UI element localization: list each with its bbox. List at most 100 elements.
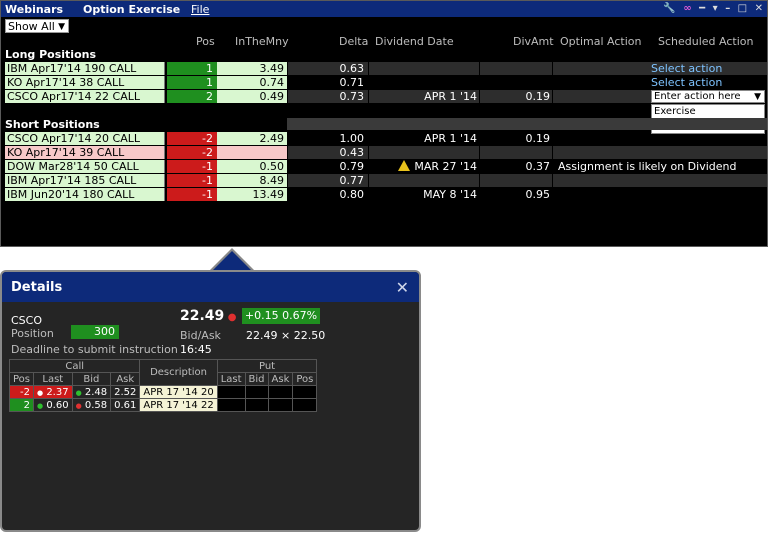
minimize-icon[interactable]: –: [725, 3, 730, 14]
chevron-down-icon[interactable]: ▾: [713, 3, 718, 14]
change-badge: +0.15 0.67%: [242, 308, 320, 324]
optimal-cell: [553, 132, 651, 145]
tick-down-icon: ●: [224, 312, 237, 323]
put-cell: [244, 398, 269, 412]
call-last-header: Last: [33, 372, 73, 386]
maximize-icon[interactable]: □: [738, 3, 747, 14]
delta-cell: 0.63: [288, 62, 368, 75]
itm-cell: 3.49: [217, 62, 287, 75]
call-pos-header: Pos: [8, 372, 35, 386]
divdate-cell: APR 1 '14: [369, 90, 479, 103]
description-cell: APR 17 '14 22: [139, 398, 218, 412]
table-row[interactable]: -2 ● 2.37 ● 2.48 2.52 APR 17 '14 20: [8, 385, 318, 399]
link-icon[interactable]: ∞: [683, 3, 691, 14]
call-ask-cell: 0.61: [110, 398, 141, 412]
table-row[interactable]: CSCO Apr17'14 20 CALL -2 2.49 1.00 APR 1…: [5, 132, 767, 145]
call-ask-cell: 2.52: [110, 385, 141, 399]
col-scheduled[interactable]: Scheduled Action: [658, 35, 753, 48]
call-last-cell: ● 0.60: [33, 398, 73, 412]
option-exercise-window: Webinars Option Exercise File 🔧 ∞ ━ ▾ – …: [0, 0, 768, 247]
call-pos-cell: -2: [8, 385, 35, 399]
table-row[interactable]: 2 ● 0.60 ● 0.58 0.61 APR 17 '14 22: [8, 398, 318, 412]
call-header: Call: [8, 359, 141, 373]
optimal-cell: Assignment is likely on Dividend: [558, 160, 737, 173]
scheduled-cell: [651, 146, 767, 159]
details-title: Details: [11, 280, 63, 295]
call-bid-value: 2.48: [84, 386, 108, 398]
pos-cell: 1: [167, 62, 217, 75]
symbol-cell: DOW Mar28'14 50 CALL: [5, 160, 165, 173]
delta-cell: 0.77: [288, 174, 368, 187]
col-itm[interactable]: InTheMny: [235, 35, 289, 48]
title-bar: Webinars Option Exercise File 🔧 ∞ ━ ▾ – …: [1, 1, 767, 17]
description-cell: APR 17 '14 20: [139, 385, 218, 399]
table-row[interactable]: DOW Mar28'14 50 CALL -1 0.50 0.79 MAR 27…: [5, 160, 767, 173]
select-action-link[interactable]: Select action: [651, 62, 767, 75]
wrench-icon[interactable]: 🔧: [663, 3, 675, 14]
symbol-cell: IBM Apr17'14 185 CALL: [5, 174, 165, 187]
col-divamt[interactable]: DivAmt: [513, 35, 554, 48]
symbol-cell: KO Apr17'14 39 CALL: [5, 146, 165, 159]
divamt-cell: [480, 174, 552, 187]
description-header: Description: [139, 359, 218, 386]
divdate-cell: MAY 8 '14: [423, 188, 477, 201]
divamt-cell: [480, 146, 552, 159]
optimal-cell: [553, 174, 651, 187]
divamt-cell: 0.37: [525, 160, 551, 173]
table-row[interactable]: KO Apr17'14 39 CALL -2 0.43: [5, 146, 767, 159]
pos-cell: -2: [167, 146, 217, 159]
section-long: Long Positions: [5, 48, 97, 61]
pos-cell: -1: [167, 160, 217, 173]
delta-cell: 1.00: [288, 132, 368, 145]
bidask-label: Bid/Ask: [180, 329, 221, 342]
position-label: Position: [11, 327, 54, 340]
table-row[interactable]: IBM Jun20'14 180 CALL -1 13.49 0.80 MAY …: [5, 188, 767, 201]
col-pos[interactable]: Pos: [196, 35, 215, 48]
option-chain-table: Call Description Put Pos Last Bid Ask La…: [8, 359, 318, 412]
divdate-cell: [369, 62, 479, 75]
table-row[interactable]: IBM Apr17'14 190 CALL 1 3.49 0.63 Select…: [5, 62, 767, 75]
symbol-cell: CSCO Apr17'14 22 CALL: [5, 90, 165, 103]
last-price-value: 22.49: [180, 308, 225, 324]
section-short: Short Positions: [5, 118, 100, 131]
divamt-cell: 0.19: [480, 90, 552, 103]
menu-item-exercise[interactable]: Exercise: [652, 105, 764, 119]
divdate-cell: MAR 27 '14: [369, 160, 479, 173]
action-dropdown[interactable]: Enter action here ▼: [651, 90, 765, 103]
deadline-value: 16:45: [180, 343, 212, 356]
position-value: 300: [71, 325, 119, 339]
put-cell: [267, 398, 294, 412]
itm-cell: 0.74: [217, 76, 287, 89]
action-dropdown-placeholder: Enter action here: [654, 91, 741, 102]
symbol-cell: IBM Apr17'14 190 CALL: [5, 62, 165, 75]
put-cell: [216, 385, 246, 399]
divdate-text: MAR 27 '14: [414, 160, 477, 173]
col-divdate[interactable]: Dividend Date: [375, 35, 454, 48]
call-pos-cell: 2: [8, 398, 35, 412]
put-cell: [216, 398, 246, 412]
col-optimal[interactable]: Optimal Action: [560, 35, 641, 48]
symbol-cell: CSCO Apr17'14 20 CALL: [5, 132, 165, 145]
table-row[interactable]: KO Apr17'14 38 CALL 1 0.74 0.71 Select a…: [5, 76, 767, 89]
section-divider: [287, 118, 767, 130]
itm-cell: 0.50: [217, 160, 287, 173]
col-delta[interactable]: Delta: [339, 35, 368, 48]
delta-cell: 0.80: [288, 188, 368, 201]
optimal-cell: [553, 188, 651, 201]
divamt-cell: 0.19: [525, 132, 551, 145]
put-ask-header: Ask: [267, 372, 294, 386]
itm-cell: 8.49: [217, 174, 287, 187]
pos-cell: -2: [167, 132, 217, 145]
itm-cell: [217, 146, 287, 159]
file-menu[interactable]: File: [191, 3, 209, 16]
pos-cell: -1: [167, 174, 217, 187]
put-cell: [292, 398, 318, 412]
optimal-cell: [553, 146, 651, 159]
callout-pointer-inner: [212, 251, 252, 271]
filter-select[interactable]: Show All ▼: [5, 19, 69, 33]
close-icon[interactable]: ✕: [396, 278, 409, 297]
table-row[interactable]: IBM Apr17'14 185 CALL -1 8.49 0.77: [5, 174, 767, 187]
pin-icon[interactable]: ━: [699, 3, 705, 14]
select-action-link[interactable]: Select action: [651, 76, 767, 89]
close-icon[interactable]: ✕: [755, 3, 763, 14]
